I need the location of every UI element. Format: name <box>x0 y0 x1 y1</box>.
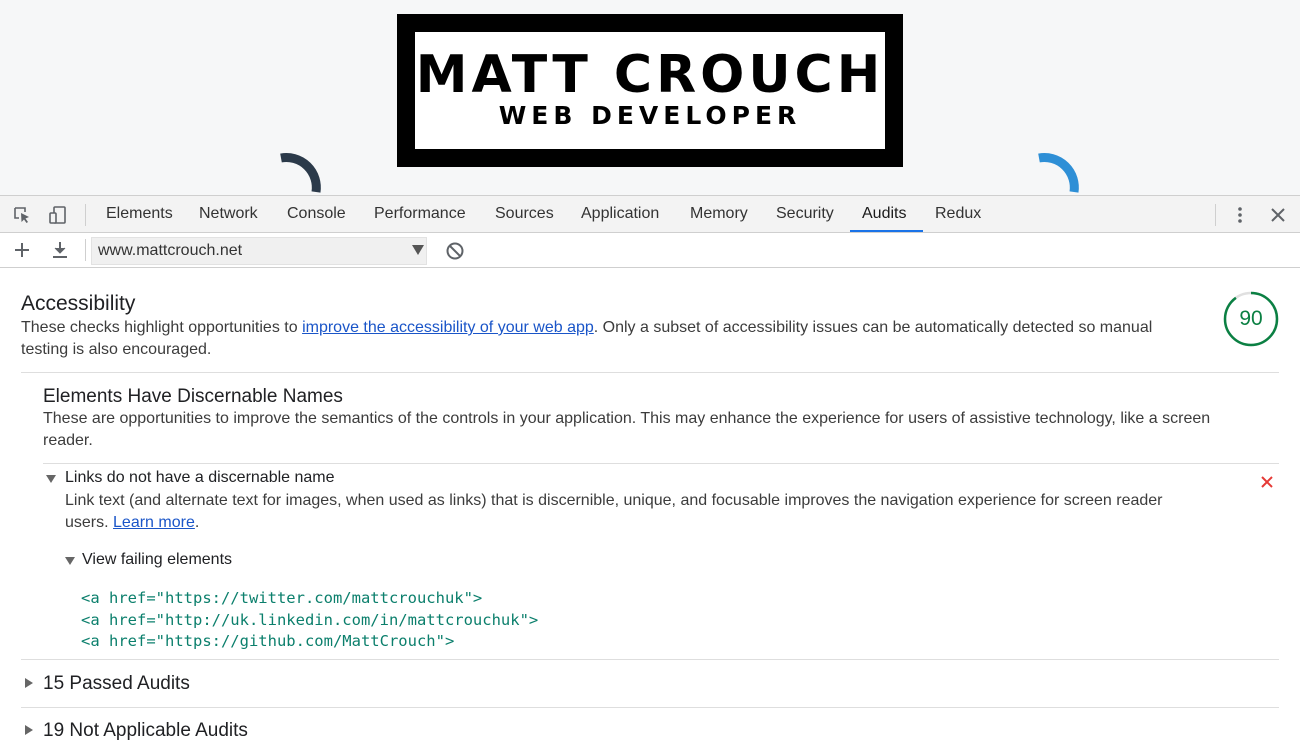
failing-elements-expand-icon[interactable] <box>65 557 75 565</box>
inspect-element-icon[interactable] <box>12 205 32 225</box>
logo-subtitle: WEB DEVELOPER <box>498 101 802 130</box>
learn-more-link[interactable]: Learn more <box>113 514 195 531</box>
chevron-down-icon <box>412 245 424 255</box>
group-title: Elements Have Discernable Names <box>43 386 343 407</box>
group-description-line2: reader. <box>43 432 93 449</box>
audit-description: Link text (and alternate text for images… <box>65 492 1163 509</box>
audit-title[interactable]: Links do not have a discernable name <box>65 469 335 487</box>
tab-security[interactable]: Security <box>776 196 834 233</box>
audit-report: Accessibility These checks highlight opp… <box>0 269 1300 743</box>
score-value: 90 <box>1239 307 1263 330</box>
tab-redux[interactable]: Redux <box>935 196 981 233</box>
failing-element: <a href="http://uk.linkedin.com/in/mattc… <box>81 611 539 629</box>
audits-toolbar: www.mattcrouch.net <box>0 233 1300 268</box>
tab-memory[interactable]: Memory <box>690 196 748 233</box>
tab-performance[interactable]: Performance <box>374 196 466 233</box>
device-toolbar-icon[interactable] <box>48 205 68 225</box>
failing-element: <a href="https://github.com/MattCrouch"> <box>81 632 455 650</box>
tab-elements[interactable]: Elements <box>106 196 173 233</box>
passed-audits[interactable]: 15 Passed Audits <box>43 673 190 695</box>
more-options-icon[interactable] <box>1230 205 1250 225</box>
decorative-arc-icon <box>280 153 321 193</box>
not-applicable-expand-icon[interactable] <box>25 725 33 735</box>
group-description: These are opportunities to improve the s… <box>43 410 1211 427</box>
devtools-tab-bar: Elements Network Console Performance Sou… <box>0 195 1300 233</box>
tab-audits[interactable]: Audits <box>862 196 906 233</box>
tab-network[interactable]: Network <box>199 196 258 233</box>
view-failing-elements[interactable]: View failing elements <box>82 551 232 569</box>
site-logo: MATT CROUCH WEB DEVELOPER <box>397 14 903 167</box>
tab-sources[interactable]: Sources <box>495 196 554 233</box>
download-report-icon[interactable] <box>50 240 70 260</box>
fail-x-icon <box>1261 476 1273 488</box>
decorative-arc-icon <box>1038 153 1079 193</box>
tab-application[interactable]: Application <box>581 196 659 233</box>
report-url-select[interactable]: www.mattcrouch.net <box>91 237 427 265</box>
audit-expand-icon[interactable] <box>46 475 56 483</box>
new-audit-plus-icon[interactable] <box>12 240 32 260</box>
audit-description-line2: users. Learn more. <box>65 514 200 531</box>
failing-element: <a href="https://twitter.com/mattcrouchu… <box>81 589 483 607</box>
category-title: Accessibility <box>21 292 136 315</box>
not-applicable-audits[interactable]: 19 Not Applicable Audits <box>43 720 248 742</box>
active-tab-indicator <box>850 230 923 232</box>
tab-console[interactable]: Console <box>287 196 346 233</box>
accessibility-link[interactable]: improve the accessibility of your web ap… <box>302 319 594 336</box>
report-url: www.mattcrouch.net <box>98 242 243 259</box>
close-devtools-icon[interactable] <box>1268 205 1288 225</box>
passed-audits-expand-icon[interactable] <box>25 678 33 688</box>
page-preview: MATT CROUCH WEB DEVELOPER <box>0 0 1300 195</box>
category-description-line2: testing is also encouraged. <box>21 341 212 358</box>
logo-title: MATT CROUCH <box>415 45 885 105</box>
category-description: These checks highlight opportunities to … <box>21 319 1153 336</box>
clear-reports-icon[interactable] <box>445 241 465 261</box>
